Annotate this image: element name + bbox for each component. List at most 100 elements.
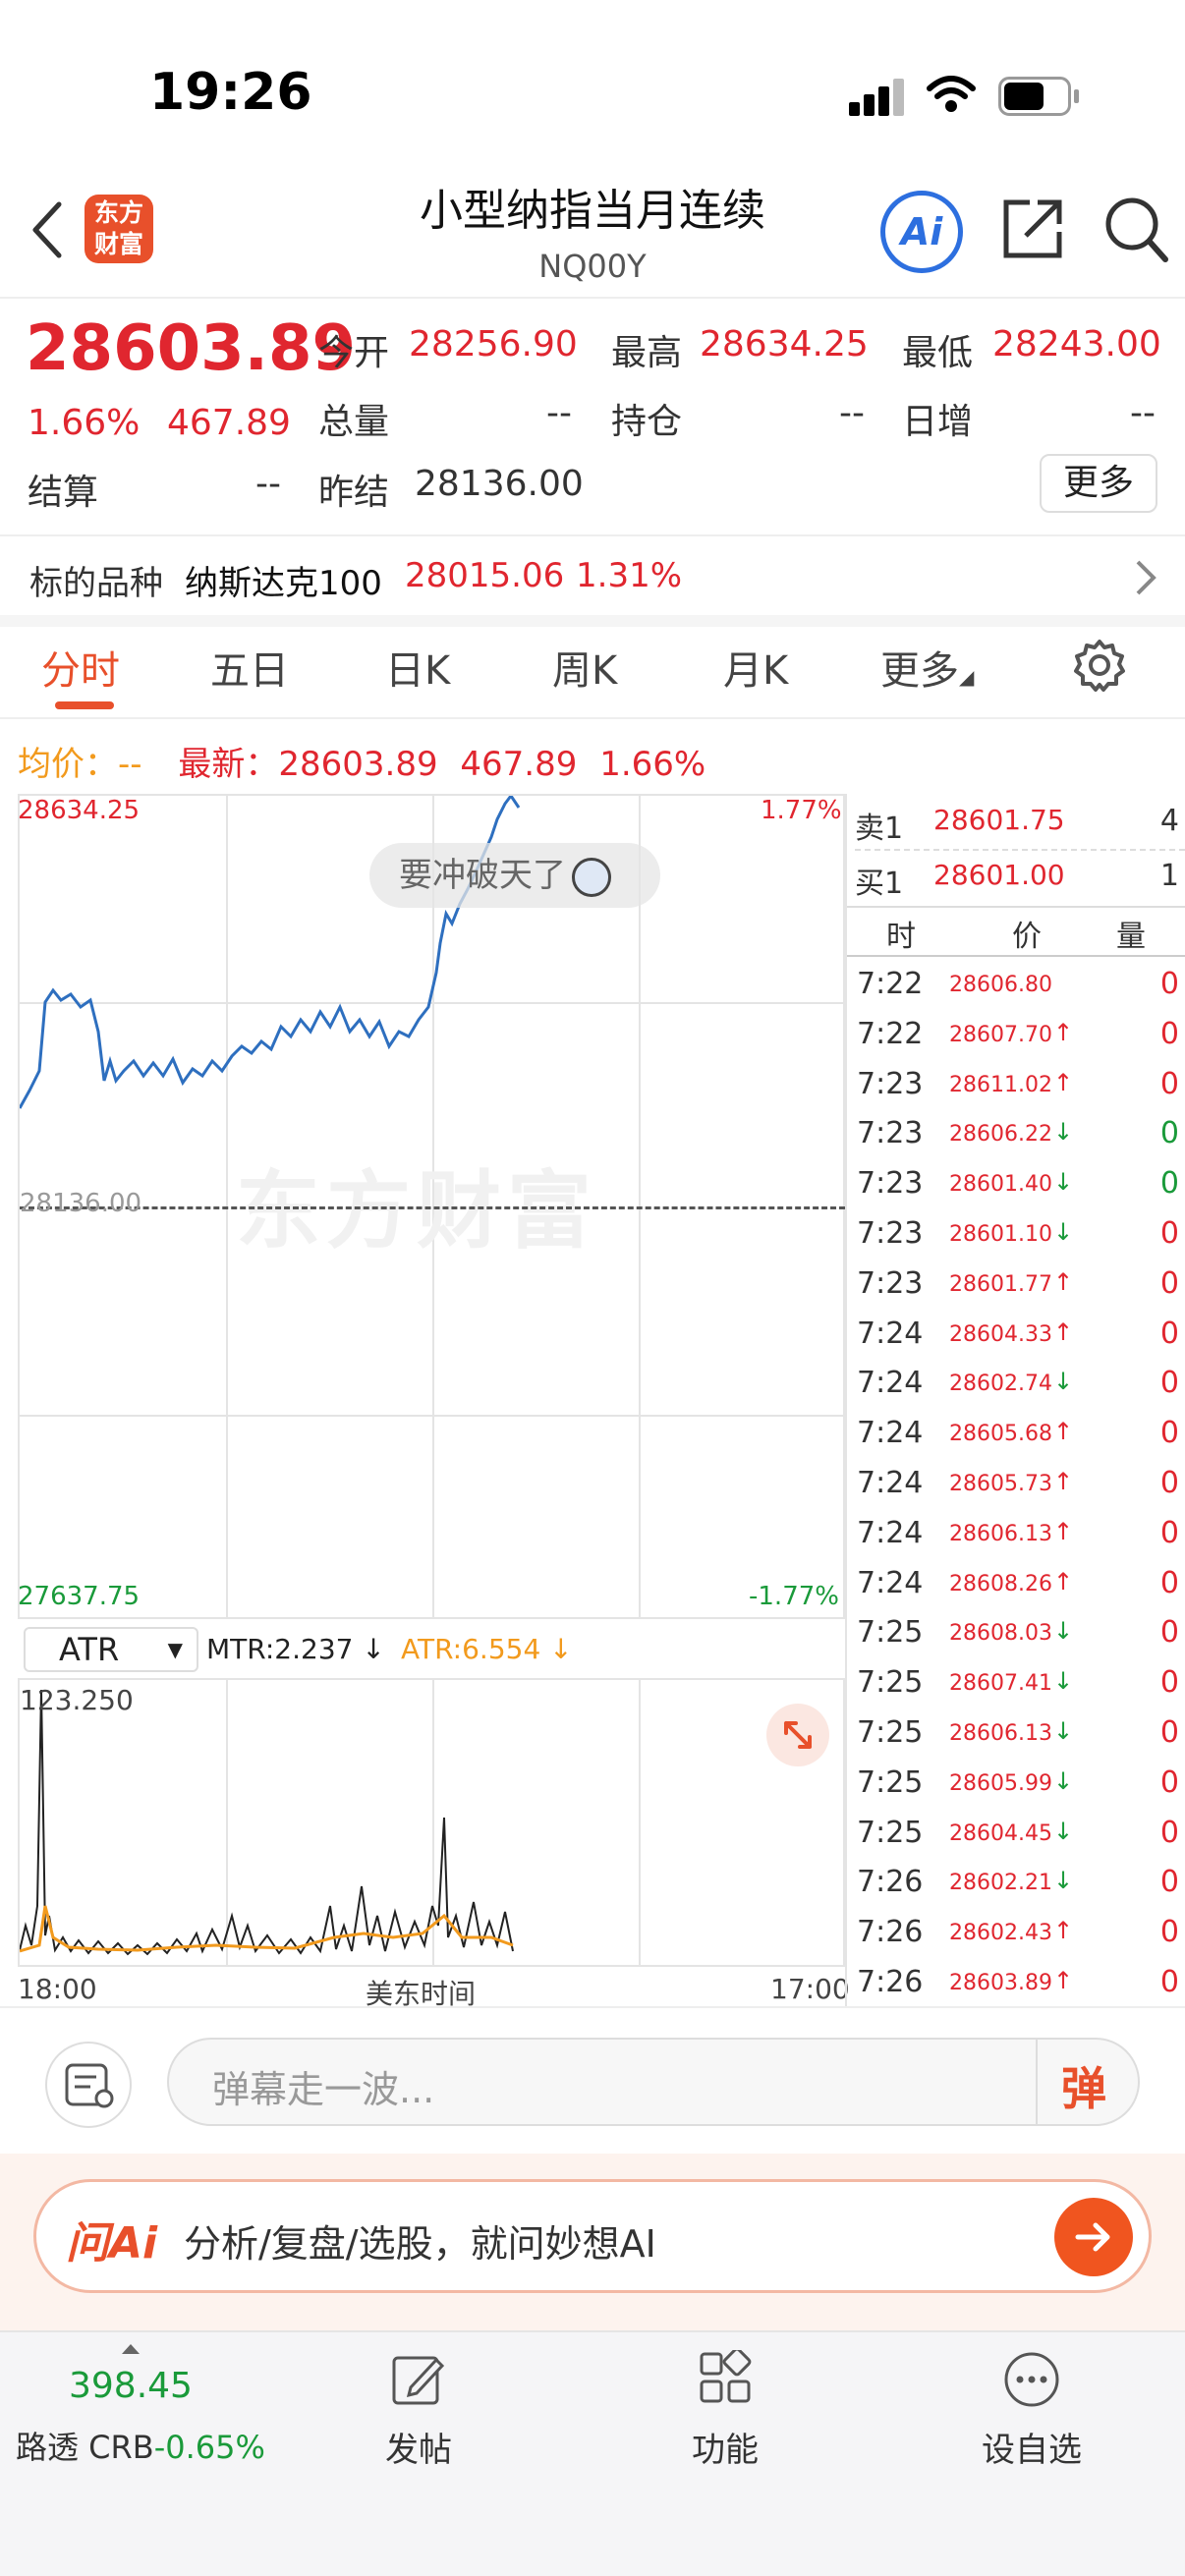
pct-max-label: 1.77% (761, 796, 842, 825)
expand-icon[interactable] (766, 1704, 829, 1766)
trade-row: 7:23 28601.40 ↓ 0 (847, 1158, 1185, 1208)
atr-chart[interactable]: 123.250 (18, 1678, 845, 1967)
grid-apps-icon[interactable] (698, 2350, 753, 2405)
trade-price: 28601.40 (949, 1172, 1052, 1198)
more-dots-icon[interactable] (1002, 2350, 1061, 2409)
settings-gear-icon[interactable] (1073, 639, 1126, 692)
trade-row: 7:24 28608.26 ↑ 0 (847, 1558, 1185, 1608)
trade-time: 7:25 (857, 1615, 924, 1651)
trade-volume: 0 (1159, 1166, 1179, 1202)
nav-post[interactable]: 发帖 (360, 2423, 478, 2471)
trade-volume: 0 (1159, 1316, 1179, 1351)
trade-time: 7:25 (857, 1764, 924, 1800)
danmu-input[interactable]: 弹幕走一波... 弹 (167, 2038, 1140, 2126)
trade-price: 28608.26 (949, 1571, 1052, 1596)
trade-time: 7:25 (857, 1665, 924, 1701)
trade-row: 7:25 28604.45 ↓ 0 (847, 1808, 1185, 1858)
tab-daily-k[interactable]: 日K (385, 639, 450, 696)
ai-assistant-bar[interactable]: 问Ai 分析/复盘/选股，就问妙想AI (33, 2179, 1152, 2293)
prev-settle-value: 28136.00 (415, 464, 584, 504)
ticker-row[interactable]: 路透 CRB-0.65% (16, 2423, 265, 2468)
trade-time: 7:24 (857, 1515, 924, 1550)
trade-time: 7:23 (857, 1265, 924, 1301)
arrow-down-icon: ↓ (1053, 1368, 1074, 1396)
arrow-up-icon: ↑ (1053, 1517, 1074, 1545)
trades-header-divider (847, 906, 1185, 908)
trade-time: 7:22 (857, 967, 924, 1001)
trade-time: 7:23 (857, 1066, 924, 1101)
trade-volume: 0 (1159, 1216, 1179, 1251)
atr-lines (20, 1689, 514, 1956)
y-max-label: 28634.25 (18, 796, 141, 825)
signal-icon (849, 77, 908, 116)
trade-volume: 0 (1159, 1116, 1179, 1151)
arrow-down-icon: ↓ (1053, 1766, 1074, 1795)
atr-value: ATR:6.554 ↓ (401, 1633, 573, 1665)
more-button[interactable]: 更多 (1040, 454, 1157, 513)
indicator-select[interactable]: ATR ▼ (24, 1627, 198, 1672)
trade-volume: 0 (1159, 1066, 1179, 1101)
compose-icon[interactable] (391, 2352, 446, 2407)
trade-price: 28602.74 (949, 1372, 1052, 1397)
trade-volume: 0 (1159, 1965, 1179, 1999)
trade-price: 28606.22 (949, 1122, 1052, 1148)
trade-row: 7:22 28607.70 ↑ 0 (847, 1009, 1185, 1059)
search-icon[interactable] (1102, 195, 1169, 263)
trade-price: 28606.80 (949, 973, 1052, 997)
tab-monthly-k[interactable]: 月K (723, 639, 788, 696)
arrow-up-icon: ↑ (1053, 1018, 1074, 1046)
chart-bubble: 要冲破天了 (369, 843, 660, 908)
trade-volume: 0 (1159, 1815, 1179, 1850)
trade-volume: 0 (1159, 1565, 1179, 1600)
ai-go-button[interactable] (1054, 2198, 1133, 2276)
trade-time: 7:24 (857, 1565, 924, 1600)
trade-price: 28605.73 (949, 1472, 1052, 1496)
arrow-up-icon: ↑ (1053, 1267, 1074, 1296)
change-pct: 1.66% (28, 403, 141, 443)
danmu-list-button[interactable] (45, 2042, 132, 2128)
trade-row: 7:24 28606.13 ↑ 0 (847, 1508, 1185, 1558)
tab-weekly-k[interactable]: 周K (552, 639, 617, 696)
share-icon[interactable] (1000, 196, 1065, 261)
trade-row: 7:24 28602.74 ↓ 0 (847, 1358, 1185, 1408)
trade-time: 7:23 (857, 1116, 924, 1151)
order-book-divider (855, 849, 1185, 851)
volume-value: -- (546, 393, 572, 433)
pct-min-label: -1.77% (749, 1582, 839, 1611)
nav-add-watchlist[interactable]: 设自选 (963, 2423, 1100, 2471)
tab-five-day[interactable]: 五日 (210, 639, 289, 696)
trade-volume: 0 (1159, 1665, 1179, 1701)
arrow-down-icon: ↓ (1053, 1118, 1074, 1147)
trade-price: 28603.89 (949, 1971, 1052, 1995)
daily-inc-label: 日增 (902, 402, 974, 442)
ticker-value[interactable]: 398.45 (69, 2366, 193, 2406)
ai-button[interactable]: Ai (880, 191, 963, 273)
x-end-label: 17:00 (770, 1973, 850, 2005)
trade-price: 28604.45 (949, 1820, 1052, 1846)
trade-volume: 0 (1159, 1715, 1179, 1750)
change-amount: 467.89 (167, 403, 291, 443)
tab-more[interactable]: 更多◢ (880, 639, 974, 696)
low-label: 最低 (902, 333, 974, 373)
tab-intraday[interactable]: 分时 (41, 639, 120, 696)
trade-time: 7:26 (857, 1965, 924, 1999)
tab-active-indicator (55, 701, 114, 709)
low-value: 28243.00 (992, 324, 1161, 364)
trade-time: 7:26 (857, 1865, 924, 1900)
nav-functions[interactable]: 功能 (664, 2423, 786, 2471)
settle-label: 结算 (28, 473, 99, 513)
position-value: -- (839, 393, 865, 433)
trade-time: 7:23 (857, 1216, 924, 1251)
arrow-down-icon: ↓ (1053, 1168, 1074, 1197)
price-chart[interactable]: 东方财富 28136.00 要冲破天了 (18, 794, 845, 1619)
arrow-down-icon: ↓ (1053, 1667, 1074, 1696)
position-label: 持仓 (611, 402, 683, 442)
trade-row: 7:24 28605.68 ↑ 0 (847, 1408, 1185, 1458)
trade-price: 28601.10 (949, 1222, 1052, 1247)
trade-price: 28607.70 (949, 1022, 1052, 1047)
danmu-toggle-button[interactable]: 弹 (1061, 2053, 1106, 2118)
underlying-row[interactable]: 标的品种 纳斯达克100 28015.06 1.31% (0, 536, 1185, 615)
open-value: 28256.90 (409, 324, 578, 364)
list-icon (65, 2063, 114, 2108)
trade-row: 7:24 28604.33 ↑ 0 (847, 1309, 1185, 1359)
